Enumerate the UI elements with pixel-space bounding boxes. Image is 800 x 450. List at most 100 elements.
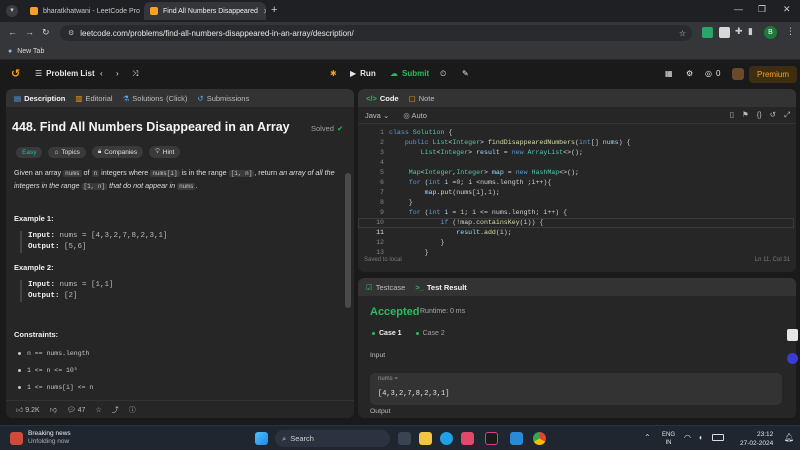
minimize-icon[interactable]: — <box>734 4 743 14</box>
browser-tab-problem[interactable]: Find All Numbers Disappeared ✕ <box>144 2 266 20</box>
vscode-icon[interactable] <box>510 432 523 445</box>
result-tabs: ☑ Testcase >_ Test Result <box>358 278 796 296</box>
wifi-icon[interactable]: ◠ <box>684 433 691 442</box>
constraint-item: 1 <= nums[i] <= n <box>18 384 93 391</box>
topics-chip[interactable]: ⌂ Topics <box>48 146 86 158</box>
reset-icon[interactable]: ↺ <box>770 110 776 120</box>
system-clock[interactable]: 23:12 27-02-2024 <box>740 430 773 448</box>
bookmark-new-tab[interactable]: New Tab <box>17 48 44 55</box>
problem-list-button[interactable]: ☰ Problem List <box>35 69 95 78</box>
run-button[interactable]: ▶ Run <box>350 69 376 78</box>
volume-icon[interactable]: ◖ <box>698 433 703 442</box>
windows-taskbar: Breaking news Unfolding now ⌕ Search ⌃ E… <box>0 425 800 450</box>
favorite-star-icon[interactable]: ☆ <box>95 406 101 414</box>
battery-icon[interactable] <box>712 434 724 441</box>
layout-icon[interactable]: ▦ <box>665 69 673 78</box>
site-info-icon[interactable]: ⚙ <box>68 29 74 37</box>
extension-icon[interactable] <box>702 27 713 38</box>
tab-search-icon[interactable]: ▾ <box>6 5 18 17</box>
new-tab-plus-icon[interactable]: + <box>271 4 277 16</box>
tab-note[interactable]: ▢ Note <box>409 94 435 103</box>
code-panel: </> Code ▢ Note Java ⌄ ◎ Auto ▯ ⚑ {} ↺ ⤢ 1… <box>358 89 796 272</box>
description-footer: 👍︎ 9.2K 👎︎ 💬︎ 47 ☆ ⤴ ⓘ <box>6 400 354 418</box>
fullscreen-icon[interactable]: ▯ <box>730 110 734 120</box>
like-button[interactable]: 👍︎ 9.2K <box>16 405 40 414</box>
tab-code[interactable]: </> Code <box>366 94 399 103</box>
tab-editorial[interactable]: ▥ Editorial <box>75 94 112 103</box>
debug-icon[interactable]: ✱ <box>330 69 337 78</box>
share-icon[interactable]: ⤴ <box>112 405 119 415</box>
notification-bell-icon[interactable]: 🔔︎ <box>784 433 794 442</box>
tab-submissions[interactable]: ↺ Submissions <box>197 94 249 103</box>
tab-label: Solutions <box>132 93 164 103</box>
bookmark-icon[interactable]: ⚑ <box>742 110 749 120</box>
case-2-tab[interactable]: Case 2 <box>415 330 445 337</box>
side-widget-icon[interactable] <box>787 329 798 341</box>
news-widget[interactable]: Breaking news Unfolding now <box>10 430 71 446</box>
file-explorer-icon[interactable] <box>419 432 432 445</box>
puzzle-icon[interactable]: ✚ <box>735 26 743 37</box>
profile-avatar[interactable]: B <box>764 26 777 39</box>
clock-time: 23:12 <box>756 431 774 438</box>
prev-problem-icon[interactable]: ‹ <box>100 69 103 78</box>
code-editor[interactable]: class Solution { public List<Integer> fi… <box>389 128 630 258</box>
back-icon[interactable]: ← <box>8 27 17 37</box>
notes-icon[interactable]: ✎ <box>462 69 469 78</box>
expand-icon[interactable]: ⤢ <box>784 110 790 120</box>
timer-icon[interactable]: ⏲ <box>440 69 446 79</box>
input-value: nums = [4,3,2,7,8,2,3,1] <box>59 232 168 240</box>
taskbar-search[interactable]: ⌕ Search <box>275 430 390 447</box>
tray-up-chevron-icon[interactable]: ⌃ <box>644 433 651 442</box>
input-language[interactable]: ENG IN <box>662 431 675 447</box>
tab-label: bharatkhatwani - LeetCode Pro <box>43 7 140 15</box>
random-problem-icon[interactable]: ⤨ <box>132 69 138 79</box>
extension-icon-2[interactable] <box>719 27 730 38</box>
thumbs-up-icon: 👍︎ <box>16 407 24 414</box>
browser-tab-profile[interactable]: bharatkhatwani - LeetCode Pro ✕ <box>24 2 140 20</box>
language-select[interactable]: Java ⌄ <box>365 111 389 120</box>
edge-icon[interactable] <box>440 432 453 445</box>
user-avatar[interactable] <box>732 68 744 80</box>
chrome-icon[interactable] <box>533 432 546 445</box>
next-problem-icon[interactable]: › <box>116 69 119 78</box>
coins-counter[interactable]: ◎ 0 <box>705 69 720 78</box>
tab-solutions[interactable]: ⚗ Solutions (Click) <box>123 94 188 103</box>
description-scrollbar[interactable] <box>345 173 351 308</box>
solved-label: Solved <box>311 124 334 133</box>
close-window-icon[interactable]: ✕ <box>783 4 791 15</box>
auto-complete-toggle[interactable]: ◎ Auto <box>403 111 427 120</box>
intellij-icon[interactable] <box>485 432 498 445</box>
case-1-tab[interactable]: Case 1 <box>372 330 402 337</box>
store-icon[interactable] <box>461 432 474 445</box>
close-tab-icon[interactable]: ✕ <box>263 7 266 16</box>
restore-icon[interactable]: ❐ <box>758 4 766 15</box>
tab-testcase[interactable]: ☑ Testcase <box>366 283 405 292</box>
editor-toolbar: Java ⌄ ◎ Auto ▯ ⚑ {} ↺ ⤢ <box>358 107 796 124</box>
windows-start-icon[interactable] <box>255 432 268 445</box>
reload-icon[interactable]: ↻ <box>42 27 50 38</box>
companies-chip[interactable]: 🔒︎ Companies <box>91 146 144 158</box>
input-section-label: Input <box>370 352 386 359</box>
forward-icon[interactable]: → <box>25 27 34 37</box>
braces-icon[interactable]: {} <box>757 110 762 120</box>
side-widget-icon-2[interactable] <box>787 353 798 364</box>
submit-button[interactable]: ☁ Submit <box>390 69 429 78</box>
inline-code: n <box>91 170 100 177</box>
tab-test-result[interactable]: >_ Test Result <box>415 283 466 292</box>
settings-gear-icon[interactable]: ⚙ <box>686 69 693 78</box>
url-bar[interactable]: ⚙ leetcode.com/problems/find-all-numbers… <box>60 25 692 41</box>
hint-chip[interactable]: 💡︎ Hint <box>149 146 181 158</box>
menu-kebab-icon[interactable]: ⋮ <box>786 26 795 37</box>
comments-button[interactable]: 💬︎ 47 <box>67 406 86 414</box>
side-panel-icon[interactable]: ▮ <box>748 26 753 37</box>
input-value: nums = [1,1] <box>59 281 114 289</box>
task-view-icon[interactable] <box>398 432 411 445</box>
bookmark-star-icon[interactable]: ☆ <box>679 29 686 38</box>
leetcode-logo[interactable]: ↺ <box>11 67 20 80</box>
tab-description[interactable]: ▤ Description <box>14 94 65 103</box>
case-tabs: Case 1 Case 2 <box>372 330 445 337</box>
code-line: Map<Integer,Integer> map = new HashMap<>… <box>408 169 580 176</box>
dislike-icon[interactable]: 👎︎ <box>50 405 57 414</box>
help-icon[interactable]: ⓘ <box>129 405 136 415</box>
premium-button[interactable]: Premium <box>749 66 797 83</box>
